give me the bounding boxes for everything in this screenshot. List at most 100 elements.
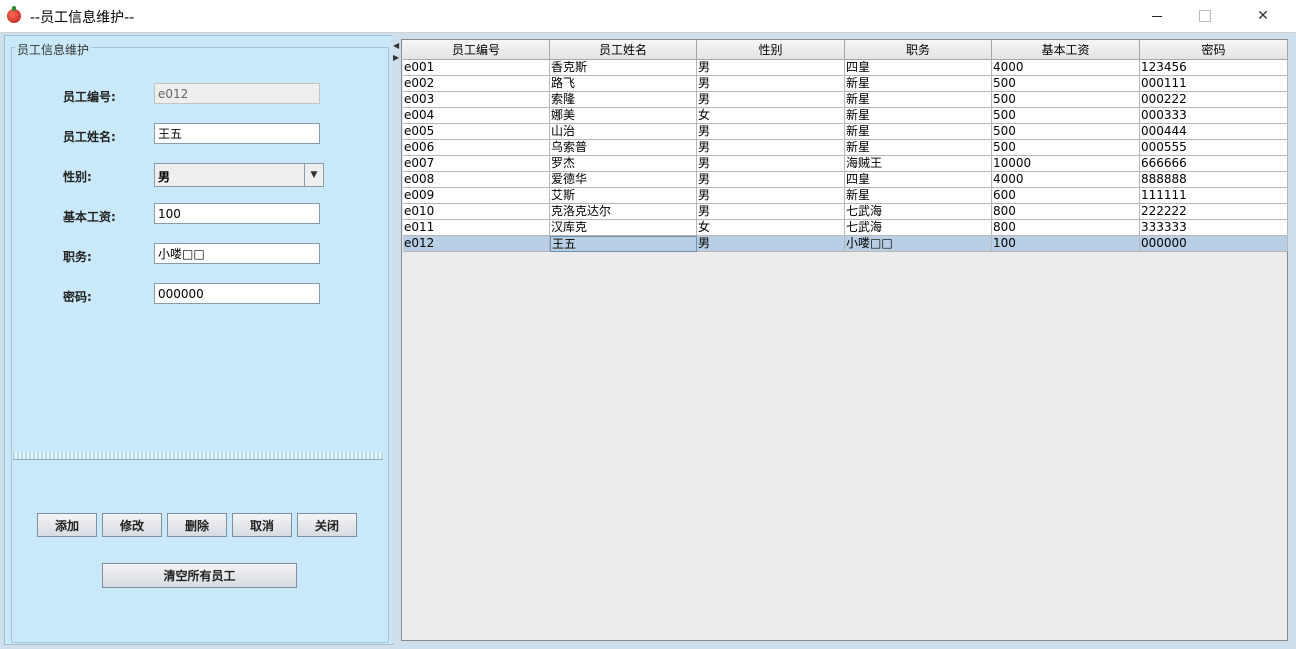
position-cell[interactable]: 新星 bbox=[845, 140, 992, 156]
employee-id-cell[interactable]: e007 bbox=[403, 156, 550, 172]
employee-name-cell[interactable]: 爱德华 bbox=[550, 172, 697, 188]
table-row[interactable]: e011 汉库克女七武海 800 333333 bbox=[403, 220, 1288, 236]
password-cell[interactable]: 000222 bbox=[1140, 92, 1288, 108]
gender-cell[interactable]: 男 bbox=[697, 92, 845, 108]
employee-name-cell[interactable]: 娜美 bbox=[550, 108, 697, 124]
modify-button[interactable]: 修改 bbox=[102, 513, 162, 537]
password-cell[interactable]: 888888 bbox=[1140, 172, 1288, 188]
base-salary-cell[interactable]: 10000 bbox=[992, 156, 1140, 172]
cancel-button[interactable]: 取消 bbox=[232, 513, 292, 537]
employee-name-cell[interactable]: 王五 bbox=[550, 236, 697, 252]
position-cell[interactable]: 新星 bbox=[845, 108, 992, 124]
position-cell[interactable]: 新星 bbox=[845, 188, 992, 204]
employee-name-cell[interactable]: 香克斯 bbox=[550, 60, 697, 76]
employee-id-cell[interactable]: e004 bbox=[403, 108, 550, 124]
table-row[interactable]: e006 乌索普男新星 500 000555 bbox=[403, 140, 1288, 156]
close-button[interactable]: 关闭 bbox=[297, 513, 357, 537]
employee-id-cell[interactable]: e002 bbox=[403, 76, 550, 92]
password-cell[interactable]: 000444 bbox=[1140, 124, 1288, 140]
employee-id-cell[interactable]: e010 bbox=[403, 204, 550, 220]
position-cell[interactable]: 新星 bbox=[845, 92, 992, 108]
column-header-gender[interactable]: 性别 bbox=[697, 40, 845, 60]
gender-select[interactable]: 男 ▼ bbox=[154, 163, 324, 187]
employee-id-cell[interactable]: e011 bbox=[403, 220, 550, 236]
base-salary-cell[interactable]: 500 bbox=[992, 76, 1140, 92]
employee-id-cell[interactable]: e006 bbox=[403, 140, 550, 156]
employee-name-cell[interactable]: 路飞 bbox=[550, 76, 697, 92]
table-row[interactable]: e003 索隆男新星 500 000222 bbox=[403, 92, 1288, 108]
table-row[interactable]: e009 艾斯男新星 600 111111 bbox=[403, 188, 1288, 204]
gender-cell[interactable]: 男 bbox=[697, 76, 845, 92]
delete-button[interactable]: 删除 bbox=[167, 513, 227, 537]
password-cell[interactable]: 000555 bbox=[1140, 140, 1288, 156]
base-salary-cell[interactable]: 4000 bbox=[992, 60, 1140, 76]
column-header-position[interactable]: 职务 bbox=[845, 40, 992, 60]
gender-cell[interactable]: 男 bbox=[697, 140, 845, 156]
base-salary-cell[interactable]: 500 bbox=[992, 92, 1140, 108]
pane-splitter[interactable]: ◀ ▶ bbox=[392, 35, 401, 643]
employee-id-cell[interactable]: e008 bbox=[403, 172, 550, 188]
password-cell[interactable]: 666666 bbox=[1140, 156, 1288, 172]
column-header-password[interactable]: 密码 bbox=[1140, 40, 1288, 60]
employee-name-cell[interactable]: 克洛克达尔 bbox=[550, 204, 697, 220]
gender-cell[interactable]: 女 bbox=[697, 220, 845, 236]
position-cell[interactable]: 七武海 bbox=[845, 220, 992, 236]
table-row[interactable]: e004 娜美女新星 500 000333 bbox=[403, 108, 1288, 124]
password-cell[interactable]: 111111 bbox=[1140, 188, 1288, 204]
table-row[interactable]: e007 罗杰男海贼王 10000 666666 bbox=[403, 156, 1288, 172]
base-salary-cell[interactable]: 500 bbox=[992, 124, 1140, 140]
base-salary-cell[interactable]: 600 bbox=[992, 188, 1140, 204]
collapse-left-icon[interactable]: ◀ bbox=[393, 41, 399, 50]
password-cell[interactable]: 000333 bbox=[1140, 108, 1288, 124]
minimize-button[interactable] bbox=[1134, 0, 1180, 32]
table-row[interactable]: e010 克洛克达尔男七武海 800 222222 bbox=[403, 204, 1288, 220]
base-salary-cell[interactable]: 500 bbox=[992, 140, 1140, 156]
position-cell[interactable]: 海贼王 bbox=[845, 156, 992, 172]
base-salary-cell[interactable]: 100 bbox=[992, 236, 1140, 252]
gender-cell[interactable]: 女 bbox=[697, 108, 845, 124]
gender-cell[interactable]: 男 bbox=[697, 60, 845, 76]
column-header-employee-name[interactable]: 员工姓名 bbox=[550, 40, 697, 60]
employee-id-cell[interactable]: e012 bbox=[403, 236, 550, 252]
collapse-right-icon[interactable]: ▶ bbox=[393, 53, 399, 62]
employee-name-cell[interactable]: 艾斯 bbox=[550, 188, 697, 204]
position-cell[interactable]: 新星 bbox=[845, 76, 992, 92]
add-button[interactable]: 添加 bbox=[37, 513, 97, 537]
dropdown-arrow-icon[interactable]: ▼ bbox=[304, 164, 323, 186]
employee-name-field[interactable]: 王五 bbox=[154, 123, 320, 144]
position-cell[interactable]: 四皇 bbox=[845, 172, 992, 188]
employee-name-cell[interactable]: 罗杰 bbox=[550, 156, 697, 172]
clear-all-employees-button[interactable]: 清空所有员工 bbox=[102, 563, 297, 588]
position-field[interactable]: 小喽□□ bbox=[154, 243, 320, 264]
position-cell[interactable]: 七武海 bbox=[845, 204, 992, 220]
employee-id-cell[interactable]: e009 bbox=[403, 188, 550, 204]
employee-id-cell[interactable]: e005 bbox=[403, 124, 550, 140]
column-header-employee-id[interactable]: 员工编号 bbox=[403, 40, 550, 60]
employee-name-cell[interactable]: 山治 bbox=[550, 124, 697, 140]
table-row[interactable]: e012 王五男小喽□□ 100 000000 bbox=[403, 236, 1288, 252]
position-cell[interactable]: 四皇 bbox=[845, 60, 992, 76]
password-cell[interactable]: 333333 bbox=[1140, 220, 1288, 236]
gender-cell[interactable]: 男 bbox=[697, 236, 845, 252]
maximize-button[interactable] bbox=[1182, 0, 1228, 32]
table-row[interactable]: e008 爱德华男四皇 4000 888888 bbox=[403, 172, 1288, 188]
password-cell[interactable]: 123456 bbox=[1140, 60, 1288, 76]
base-salary-field[interactable]: 100 bbox=[154, 203, 320, 224]
password-cell[interactable]: 000111 bbox=[1140, 76, 1288, 92]
table-row[interactable]: e002 路飞男新星 500 000111 bbox=[403, 76, 1288, 92]
gender-cell[interactable]: 男 bbox=[697, 156, 845, 172]
gender-cell[interactable]: 男 bbox=[697, 188, 845, 204]
split-divider[interactable] bbox=[13, 452, 383, 460]
gender-cell[interactable]: 男 bbox=[697, 124, 845, 140]
employee-id-cell[interactable]: e003 bbox=[403, 92, 550, 108]
password-cell[interactable]: 000000 bbox=[1140, 236, 1288, 252]
base-salary-cell[interactable]: 800 bbox=[992, 220, 1140, 236]
table-row[interactable]: e001 香克斯男四皇 4000 123456 bbox=[403, 60, 1288, 76]
gender-cell[interactable]: 男 bbox=[697, 204, 845, 220]
position-cell[interactable]: 小喽□□ bbox=[845, 236, 992, 252]
close-window-button[interactable]: ✕ bbox=[1240, 0, 1286, 32]
employee-name-cell[interactable]: 索隆 bbox=[550, 92, 697, 108]
position-cell[interactable]: 新星 bbox=[845, 124, 992, 140]
table-row[interactable]: e005 山治男新星 500 000444 bbox=[403, 124, 1288, 140]
gender-cell[interactable]: 男 bbox=[697, 172, 845, 188]
